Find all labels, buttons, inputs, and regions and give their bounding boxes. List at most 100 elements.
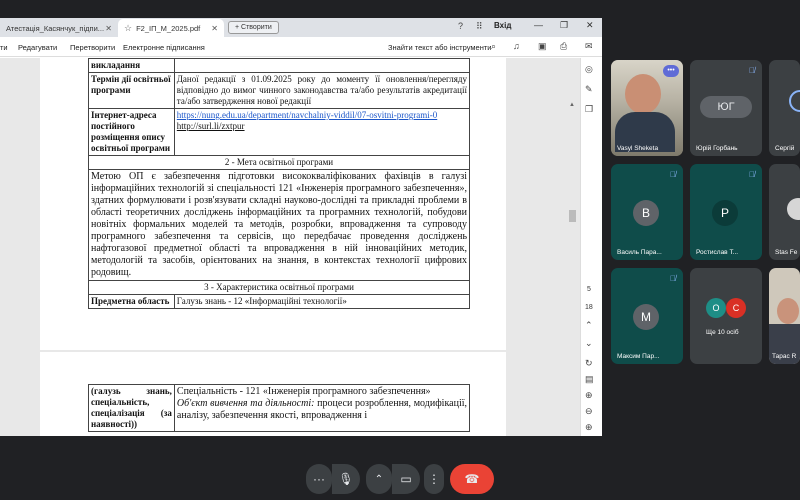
cell-label: Інтернет-адреса постійного розміщення оп… [88,108,175,156]
pages-icon[interactable]: ❐ [585,104,593,115]
camera-options-button[interactable]: ⌃ [366,464,392,494]
participant-name: Максим Пар... [617,353,660,360]
apps-grid-icon[interactable]: ⠿ [476,21,483,32]
cell-value: Галузь знань - 12 «Інформаційні технолог… [173,294,471,309]
avatar-initials: О [712,303,720,313]
more-horizontal-icon: ··· [313,472,325,486]
participant-name: Vasyl Sheketa [617,145,659,152]
help-icon[interactable]: ? [458,21,463,31]
microphone-button[interactable]: 🎙 [332,464,360,494]
participant-name: Василь Пара... [617,249,662,256]
search-icon[interactable]: ⌕ [491,41,496,52]
more-vertical-icon: ⋮ [428,472,440,486]
object-heading: Об'єкт вивчення та діяльності: [176,398,315,409]
document-icon[interactable]: ▤ [585,374,594,385]
star-icon: ☆ [124,22,133,33]
section-title: 2 - Мета освітньої програми [88,155,470,170]
participant-tile[interactable]: ••• Vasyl Sheketa [611,60,683,156]
page-down-icon[interactable]: ⌄ [585,338,593,349]
menu-esign[interactable]: Електронне підписання [123,43,205,52]
section-title: 3 - Характеристика освітньої програми [88,280,470,295]
short-link[interactable]: http://surl.li/zxtpur [177,121,245,131]
end-call-button[interactable]: ☎ [450,464,494,494]
scroll-up-icon[interactable]: ▲ [569,102,575,108]
page-current: 5 [587,286,591,293]
rotate-icon[interactable]: ↻ [585,358,593,369]
close-window-icon[interactable]: ✕ [586,20,594,31]
mic-off-icon: 🎙̸ [670,274,676,283]
participant-name: Сергій [775,145,795,152]
ai-assistant-icon[interactable]: ◎ [585,64,593,75]
hang-up-icon: ☎ [464,472,480,486]
chevron-up-icon: ⌃ [374,473,384,485]
mic-off-icon: 🎙̸ [749,66,755,75]
maximize-icon[interactable]: ❐ [560,20,568,31]
pdf-page: викладання Термін дії освітньої програми… [40,58,506,350]
zoom-fit-icon[interactable]: ⊕ [585,422,593,433]
participant-tile[interactable]: 🎙̸ М Максим Пар... [611,268,683,364]
tab-attestation[interactable]: Атестація_Касянчук_підпи... ✕ [0,19,118,37]
print-icon[interactable]: ⎙ [560,41,567,52]
tab-bar: Атестація_Касянчук_підпи... ✕ ☆ F2_ІП_М_… [0,18,602,37]
more-options-icon[interactable]: ••• [663,65,679,77]
pdf-viewer[interactable]: викладання Термін дії освітньої програми… [0,58,580,436]
avatar: Р [712,200,738,226]
avatar-initials: В [641,206,650,220]
participant-name: Тарас R [772,353,797,360]
participant-tile[interactable]: Тарас R [769,268,800,364]
tab-pdf[interactable]: ☆ F2_ІП_М_2025.pdf ✕ [118,19,224,37]
more-options-button[interactable]: ··· [306,464,332,494]
more-actions-button[interactable]: ⋮ [424,464,444,494]
close-icon[interactable]: ✕ [105,24,112,33]
avatar-initials: Р [720,206,729,220]
camera-icon: ▭ [400,472,412,486]
cell-label: Предметна область [88,294,175,309]
search-tools-hint[interactable]: Знайти текст або інструменти [388,43,491,52]
save-icon[interactable]: ▣ [538,41,547,52]
tab-label: Атестація_Касянчук_підпи... [6,23,105,33]
mail-icon[interactable]: ✉ [585,41,593,52]
avatar: ЮГ [700,96,752,118]
pdf-toolbar: ти Редагувати Перетворити Електронне під… [0,37,602,57]
menu-view[interactable]: ти [0,43,8,52]
tab-label: F2_ІП_М_2025.pdf [136,23,201,33]
scrollbar-thumb[interactable] [569,210,576,222]
minimize-icon[interactable]: — [534,20,543,30]
browser-window: Атестація_Касянчук_підпи... ✕ ☆ F2_ІП_М_… [0,18,602,436]
screen: Атестація_Касянчук_підпи... ✕ ☆ F2_ІП_М_… [0,0,800,500]
avatar [787,198,800,220]
menu-edit[interactable]: Редагувати [18,43,57,52]
camera-button[interactable]: ▭ [392,464,420,494]
page-total: 18 [585,304,593,311]
login-button[interactable]: Вхід [494,21,511,30]
mic-off-icon: 🎙̸ [670,170,676,179]
pdf-page: (галузь знань, спеціальність, спеціаліза… [40,352,506,436]
zoom-in-icon[interactable]: ⊕ [585,390,593,401]
participant-tile[interactable]: Stas Fe [769,164,800,260]
cell-value: Спеціальність - 121 «Інженерія програмно… [173,384,471,432]
headphones-icon[interactable]: ♫ [513,41,520,51]
mic-off-icon: 🎙̸ [749,170,755,179]
more-count: Ще 10 осіб [706,329,739,336]
pdf-sidebar: ◎ ✎ ❐ 5 18 ⌃ ⌄ ↻ ▤ ⊕ ⊖ ⊕ [580,58,602,436]
cell-label: викладання [88,58,175,73]
cell-value: https://nung.edu.ua/department/navchalni… [173,108,471,156]
comment-icon[interactable]: ✎ [585,84,593,95]
zoom-out-icon[interactable]: ⊖ [585,406,593,417]
menu-convert[interactable]: Перетворити [70,43,115,52]
participant-tile[interactable]: 🎙̸ ЮГ Юрій Горбань [690,60,762,156]
specialty-line: Спеціальність - 121 «Інженерія програмно… [176,386,431,397]
person-head [777,298,799,324]
more-participants-tile[interactable]: О С Ще 10 осіб [690,268,762,364]
participant-tile[interactable]: 🎙̸ Р Ростислав Т... [690,164,762,260]
participant-tile[interactable]: 🎙̸ В Василь Пара... [611,164,683,260]
avatar: С [726,298,746,318]
participant-name: Stas Fe [775,249,798,256]
program-table: викладання Термін дії освітньої програми… [88,58,471,309]
speaking-ring [789,90,800,112]
program-link[interactable]: https://nung.edu.ua/department/navchalni… [177,110,437,120]
page-up-icon[interactable]: ⌃ [585,320,593,331]
participant-tile[interactable]: Сергій [769,60,800,156]
new-tab-button[interactable]: + Створити [228,21,279,34]
close-icon[interactable]: ✕ [211,24,218,33]
